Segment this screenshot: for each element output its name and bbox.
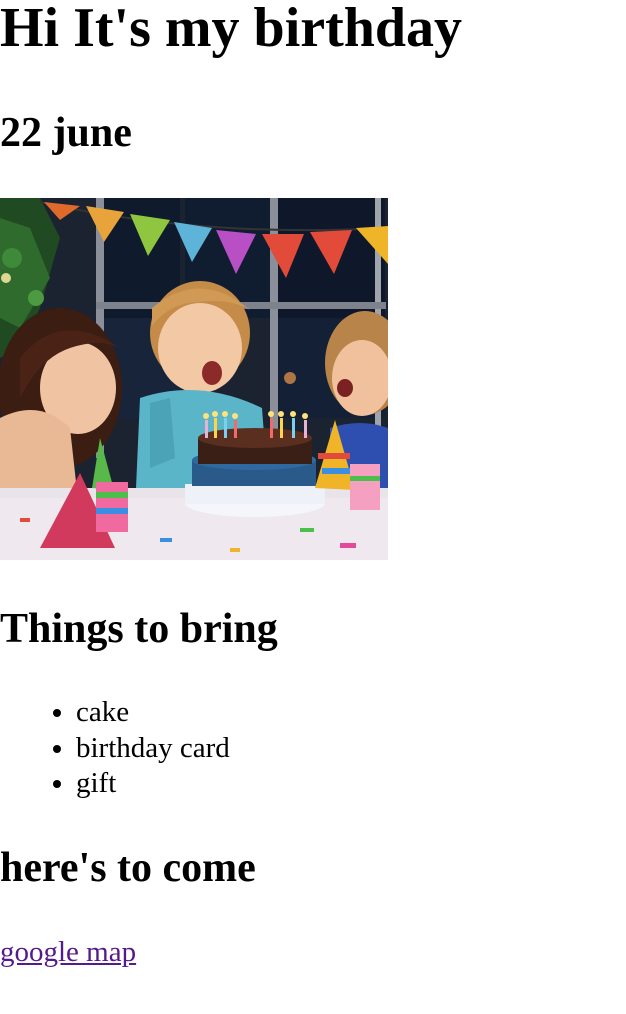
list-item: birthday card [76, 731, 230, 767]
google-map-link[interactable]: google map [0, 934, 136, 970]
list-item: gift [76, 766, 230, 802]
list-item: cake [76, 695, 230, 731]
things-to-bring-heading: Things to bring [0, 606, 278, 652]
location-heading: here's to come [0, 845, 256, 891]
date-heading: 22 june [0, 110, 132, 156]
page-title: Hi It's my birthday [0, 0, 463, 59]
birthday-photo [0, 198, 388, 560]
things-to-bring-list: cake birthday card gift [0, 695, 230, 802]
